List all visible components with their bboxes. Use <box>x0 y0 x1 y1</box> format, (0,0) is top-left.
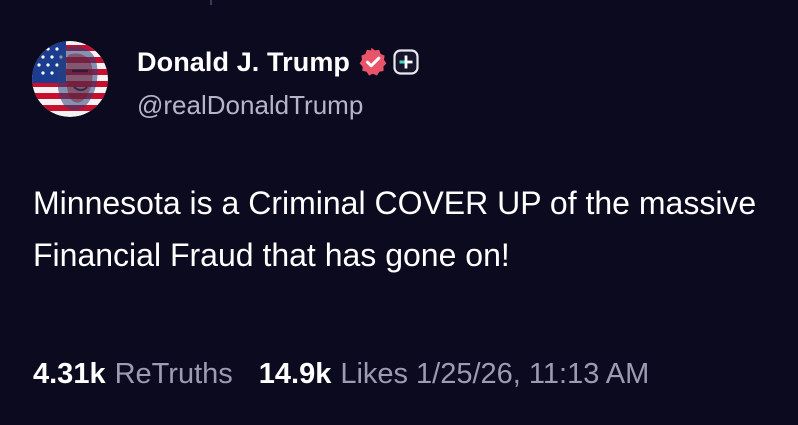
flag-portrait-avatar-icon <box>32 41 108 117</box>
post-timestamp[interactable]: 1/25/26, 11:13 AM <box>416 358 649 391</box>
retruths-label[interactable]: ReTruths <box>115 358 233 391</box>
likes-count[interactable]: 14.9k <box>259 358 332 391</box>
author-name-row: Donald J. Trump <box>137 44 419 80</box>
retruths-count[interactable]: 4.31k <box>33 358 106 391</box>
top-divider-fragment <box>210 0 212 5</box>
post-stats-row: 4.31k ReTruths 14.9k Likes 1/25/26, 11:1… <box>33 354 649 394</box>
likes-label[interactable]: Likes <box>340 358 408 391</box>
author-handle[interactable]: @realDonaldTrump <box>137 90 363 121</box>
verified-badge-icon <box>358 47 388 77</box>
author-display-name[interactable]: Donald J. Trump <box>137 47 350 78</box>
post-body-text: Minnesota is a Criminal COVER UP of the … <box>33 185 757 273</box>
plus-badge-icon[interactable] <box>393 49 419 75</box>
avatar[interactable] <box>32 41 108 117</box>
